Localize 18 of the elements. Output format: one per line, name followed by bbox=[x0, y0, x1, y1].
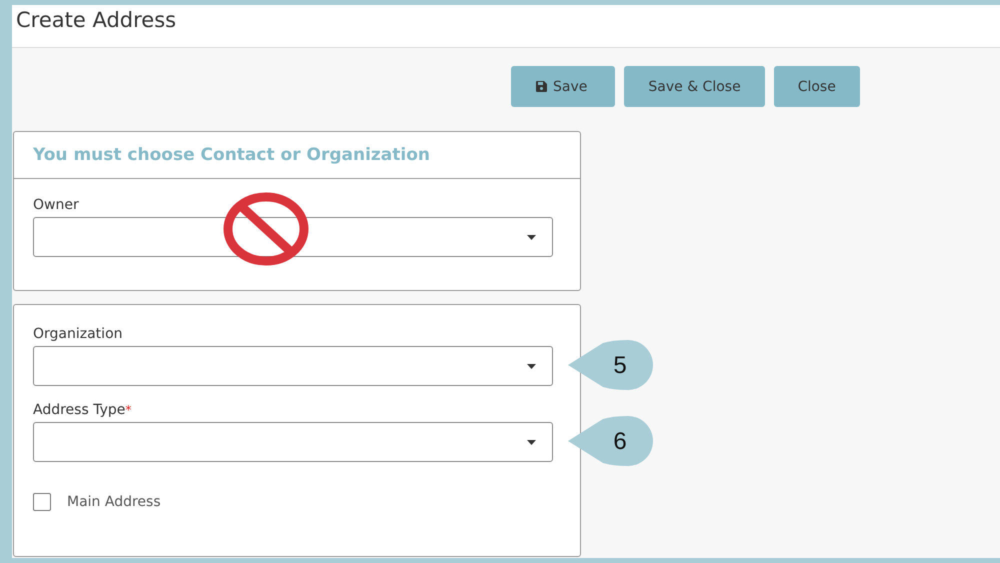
dropdown-field[interactable] bbox=[33, 346, 553, 386]
caret-icon bbox=[527, 364, 536, 369]
field-label: Owner bbox=[33, 196, 79, 215]
dropdown-field[interactable] bbox=[33, 422, 553, 462]
checkbox-label: Main Address bbox=[67, 494, 161, 510]
dropdown-field[interactable] bbox=[33, 217, 553, 257]
checkbox[interactable] bbox=[33, 493, 51, 511]
action-button[interactable]: Save & Close bbox=[624, 66, 765, 107]
caret-icon bbox=[527, 440, 536, 445]
field-label: Organization bbox=[33, 325, 123, 344]
action-button[interactable]: Close bbox=[774, 66, 860, 107]
window-title: Create Address bbox=[16, 7, 176, 34]
callout-badge: 6 bbox=[568, 416, 656, 466]
save-button[interactable]: Save bbox=[511, 66, 616, 107]
callout-badge: 5 bbox=[568, 340, 656, 390]
caret-icon bbox=[527, 235, 536, 240]
panel-heading: You must choose Contact or Organization bbox=[14, 132, 580, 179]
field-label: Address Type* bbox=[33, 401, 132, 420]
